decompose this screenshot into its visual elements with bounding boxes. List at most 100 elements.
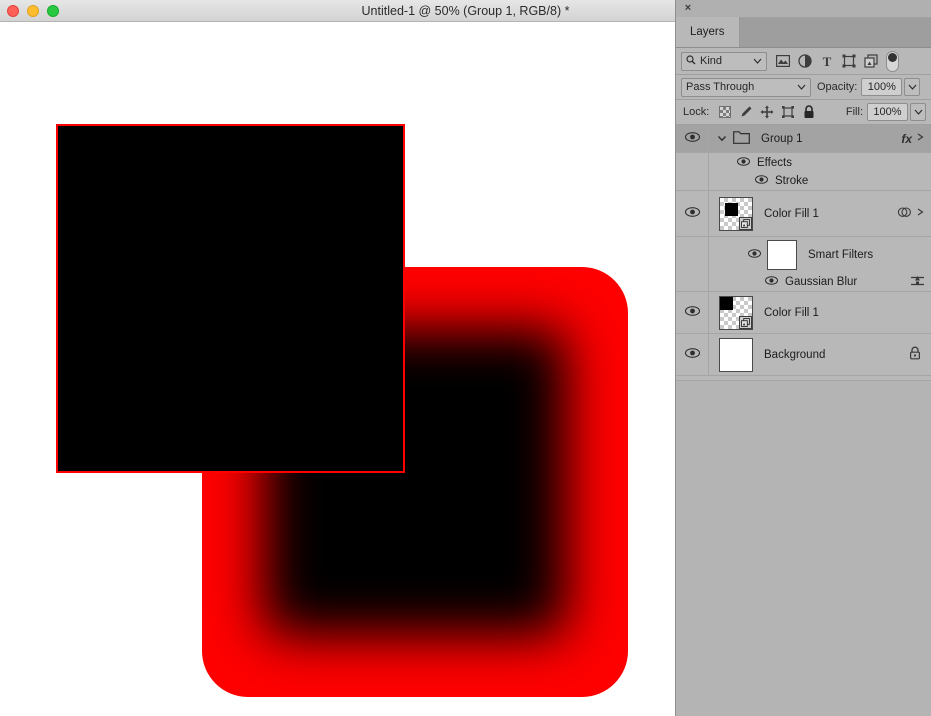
document-canvas[interactable] xyxy=(0,22,675,716)
layer-thumbnail[interactable] xyxy=(719,337,753,372)
search-icon xyxy=(686,54,696,68)
panel-empty-area xyxy=(676,380,931,716)
svg-text:T: T xyxy=(822,54,831,68)
tab-layers[interactable]: Layers xyxy=(676,17,740,47)
chevron-up-icon[interactable] xyxy=(917,207,925,220)
opacity-stepper[interactable] xyxy=(904,78,921,96)
smart-filter-icon[interactable] xyxy=(897,206,912,222)
smart-object-badge-icon xyxy=(739,315,752,329)
layer-row-body: Stroke xyxy=(709,172,931,190)
layer-thumbnail[interactable] xyxy=(719,196,753,231)
smart-object-badge-icon xyxy=(739,216,752,230)
blend-mode-select[interactable]: Pass Through xyxy=(681,77,811,97)
layer-filter-bar: Kind T xyxy=(676,48,931,75)
eye-icon xyxy=(684,348,700,361)
lock-image-pixels-icon[interactable] xyxy=(739,105,753,120)
layer-thumbnail[interactable] xyxy=(719,295,753,330)
thumbnail-black-square xyxy=(720,296,733,310)
layers-panel: × Layers Kind T Pass Through Opacity: 10… xyxy=(675,0,931,716)
layer-name-color-fill-1-top[interactable]: Color Fill 1 xyxy=(764,208,819,220)
gaussian-blur-eye-spacer xyxy=(676,273,709,291)
lock-label: Lock: xyxy=(683,106,710,118)
filter-type-icons: T xyxy=(772,51,881,71)
lock-icon[interactable] xyxy=(909,346,921,363)
panel-topbar: × xyxy=(676,0,931,18)
layer-row-badges: fx xyxy=(901,132,925,146)
layer-row-effects[interactable]: Effects xyxy=(676,153,931,172)
eye-icon[interactable] xyxy=(737,156,750,169)
chevron-up-icon[interactable] xyxy=(917,132,925,145)
layer-row-color-fill-1-bottom[interactable]: Color Fill 1 xyxy=(676,292,931,334)
smart-filter-mask-thumbnail[interactable] xyxy=(767,240,797,270)
adjustment-layer-filter-icon[interactable] xyxy=(794,51,815,71)
chevron-down-icon xyxy=(797,81,806,93)
layer-row-body: Color Fill 1 xyxy=(709,292,931,333)
close-icon[interactable]: × xyxy=(682,2,694,14)
layer-name-background[interactable]: Background xyxy=(764,349,825,361)
chevron-down-icon xyxy=(753,57,762,66)
visibility-toggle-color-fill-1-bottom[interactable] xyxy=(676,292,709,333)
layer-row-body: Group 1 fx xyxy=(709,125,931,152)
lock-all-icon[interactable] xyxy=(802,105,816,120)
gaussian-blur-label[interactable]: Gaussian Blur xyxy=(785,276,857,288)
visibility-toggle-background[interactable] xyxy=(676,334,709,375)
layer-row-body: Smart Filters xyxy=(709,237,931,273)
chevron-down-icon[interactable] xyxy=(717,134,727,144)
blend-options-icon[interactable] xyxy=(910,275,925,290)
filter-kind-label: Kind xyxy=(700,55,723,67)
eye-icon[interactable] xyxy=(748,249,761,261)
visibility-toggle-color-fill-1-top[interactable] xyxy=(676,191,709,236)
layer-row-body: Background xyxy=(709,334,931,375)
blend-mode-bar: Pass Through Opacity: 100% xyxy=(676,75,931,100)
layer-row-stroke-effect[interactable]: Stroke xyxy=(676,172,931,191)
eye-icon xyxy=(684,207,700,220)
fill-label: Fill: xyxy=(845,106,863,118)
lock-transparent-pixels-icon[interactable] xyxy=(718,105,732,120)
layer-row-gaussian-blur[interactable]: Gaussian Blur xyxy=(676,273,931,292)
eye-icon[interactable] xyxy=(755,175,768,187)
stroke-effect-label[interactable]: Stroke xyxy=(775,175,808,187)
opacity-input[interactable]: 100% xyxy=(861,78,903,96)
fx-icon[interactable]: fx xyxy=(901,132,912,146)
layer-row-badges xyxy=(897,206,925,222)
eye-icon xyxy=(684,306,700,319)
layer-row-smart-filters[interactable]: Smart Filters xyxy=(676,237,931,273)
blend-mode-value: Pass Through xyxy=(686,81,755,93)
layer-row-background[interactable]: Background xyxy=(676,334,931,376)
fill-input[interactable]: 100% xyxy=(867,103,908,121)
lock-bar: Lock: Fill: 100% xyxy=(676,100,931,125)
layer-list: Group 1 fx Effects Stroke Color Fill 1 S… xyxy=(676,125,931,376)
layer-row-color-fill-1-top[interactable]: Color Fill 1 xyxy=(676,191,931,237)
eye-icon[interactable] xyxy=(765,276,778,288)
layer-row-body: Effects xyxy=(709,153,931,172)
layer-row-group-1[interactable]: Group 1 fx xyxy=(676,125,931,153)
fill-stepper[interactable] xyxy=(910,103,926,121)
layer-name-group-1[interactable]: Group 1 xyxy=(761,133,803,145)
folder-icon xyxy=(733,130,750,147)
layer-name-color-fill-1-bottom[interactable]: Color Fill 1 xyxy=(764,307,819,319)
stroke-eye-spacer xyxy=(676,172,709,190)
thumbnail-black-square xyxy=(725,202,738,216)
smart-filters-label[interactable]: Smart Filters xyxy=(808,249,873,261)
effects-label[interactable]: Effects xyxy=(757,157,792,169)
panel-tabstrip: Layers xyxy=(676,17,931,48)
canvas-black-square-stroked xyxy=(56,124,405,473)
app-root: Untitled-1 @ 50% (Group 1, RGB/8) * × La… xyxy=(0,0,931,716)
visibility-toggle-group-1[interactable] xyxy=(676,125,709,152)
lock-artboard-nesting-icon[interactable] xyxy=(781,105,795,120)
filter-kind-select[interactable]: Kind xyxy=(681,51,767,71)
eye-icon xyxy=(684,132,700,145)
shape-layer-filter-icon[interactable] xyxy=(838,51,859,71)
smart-filters-eye-spacer xyxy=(676,237,709,273)
smart-object-filter-icon[interactable] xyxy=(860,51,881,71)
pixel-layer-filter-icon[interactable] xyxy=(772,51,793,71)
lock-position-icon[interactable] xyxy=(760,105,774,120)
effects-eye-spacer xyxy=(676,153,709,172)
filter-enable-toggle[interactable] xyxy=(886,50,899,72)
type-layer-filter-icon[interactable]: T xyxy=(816,51,837,71)
lock-icons xyxy=(718,105,816,120)
opacity-label: Opacity: xyxy=(817,81,858,93)
layer-row-body: Color Fill 1 xyxy=(709,191,931,236)
layer-row-badges xyxy=(909,346,921,363)
layer-row-body: Gaussian Blur xyxy=(709,273,931,291)
